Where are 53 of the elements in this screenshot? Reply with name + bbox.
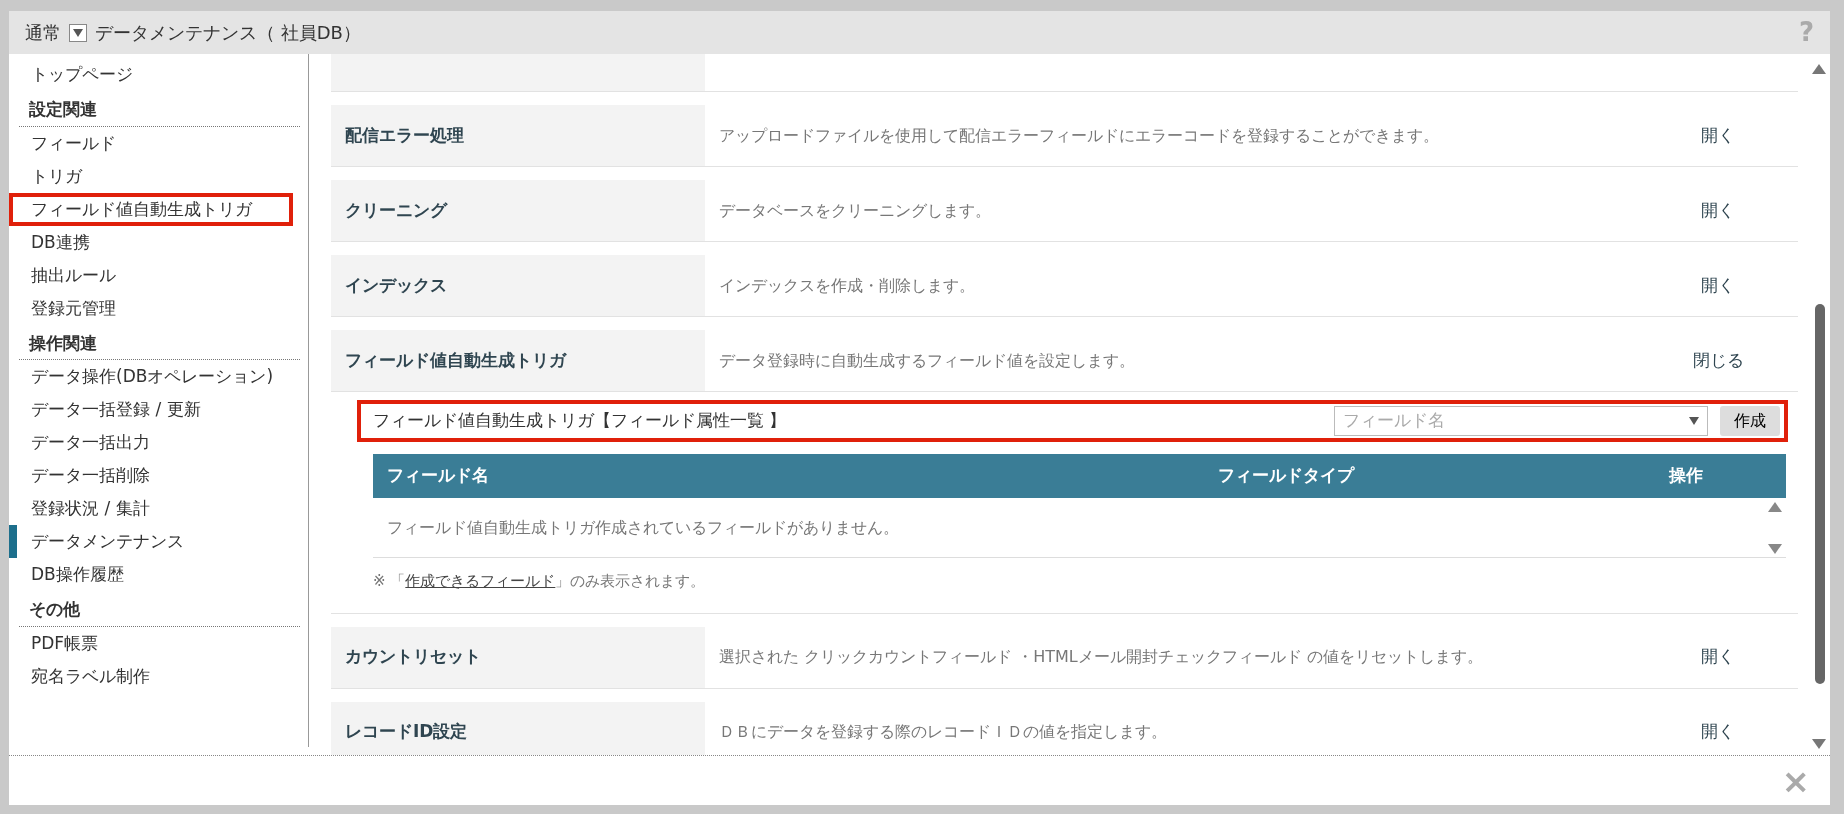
section-description: 選択された クリックカウントフィールド ・HTMLメール開封チェックフィールド の値をリセットします。: [718, 646, 1484, 668]
section-title: フィールド値自動生成トリガ: [331, 330, 705, 391]
sidebar-item[interactable]: データメンテナンス: [9, 525, 198, 558]
section-title: インデックス: [331, 255, 705, 316]
toggle-link[interactable]: 閉じる: [1638, 330, 1798, 391]
dropdown-icon[interactable]: [69, 23, 87, 42]
sidebar-heading: その他: [19, 591, 300, 627]
window-title: データメンテナンス（ 社員DB）: [95, 21, 361, 45]
scroll-down-icon[interactable]: [1768, 543, 1782, 554]
toggle-link[interactable]: 開く: [1638, 626, 1798, 688]
sidebar-item[interactable]: 登録元管理: [9, 291, 130, 325]
scrollbar-thumb[interactable]: [1815, 304, 1825, 684]
sidebar-heading: 設定関連: [19, 91, 300, 127]
toggle-link[interactable]: 開く: [1638, 105, 1798, 166]
sidebar-item[interactable]: データ一括削除: [9, 459, 164, 492]
scroll-down-icon[interactable]: [1812, 739, 1826, 749]
section-description: インデックスを作成・削除します。: [718, 274, 976, 297]
sidebar-item[interactable]: データ操作(DBオペレーション): [9, 360, 288, 393]
section-description: アップロードファイルを使用して配信エラーフィールドにエラーコードを登録することができます。: [718, 124, 1440, 147]
note-text: ※ 「作成できるフィールド」のみ表示されます。: [373, 571, 707, 592]
column-header: フィールド名: [386, 464, 490, 488]
sidebar-item[interactable]: トリガ: [9, 159, 96, 193]
sidebar-heading: 操作関連: [19, 324, 300, 360]
toggle-link[interactable]: 開く: [1638, 180, 1798, 241]
sidebar-item[interactable]: データ一括登録 / 更新: [9, 393, 215, 426]
sidebar-item[interactable]: トップページ: [9, 58, 147, 91]
sidebar-item[interactable]: データ一括出力: [9, 426, 164, 459]
section-title: クリーニング: [331, 180, 705, 241]
create-button[interactable]: 作成: [1720, 406, 1780, 436]
toggle-link[interactable]: 開く: [1638, 701, 1798, 755]
sidebar-item[interactable]: 登録状況 / 集計: [9, 492, 164, 525]
section-title: レコードID設定: [331, 701, 705, 755]
empty-message: フィールド値自動生成トリガ作成されているフィールドがありません。: [387, 516, 899, 539]
sidebar-item[interactable]: フィールド: [9, 126, 130, 160]
section-description: ＤＢにデータを登録する際のレコードＩＤの値を指定します。: [718, 721, 1168, 743]
section-title: 配信エラー処理: [331, 105, 705, 166]
sidebar-item[interactable]: DB連携: [9, 225, 104, 259]
field-link[interactable]: 作成できるフィールド: [405, 572, 556, 590]
toggle-link[interactable]: 開く: [1638, 255, 1798, 316]
panel-title: フィールド値自動生成トリガ【フィールド属性一覧 】: [373, 409, 787, 433]
column-header: 操作: [1667, 464, 1704, 488]
section-description: データベースをクリーニングします。: [718, 199, 992, 222]
scroll-up-icon[interactable]: [1768, 501, 1782, 512]
mode-label: 通常: [25, 21, 61, 45]
sidebar-item[interactable]: PDF帳票: [9, 626, 113, 660]
section-description: データ登録時に自動生成するフィールド値を設定します。: [718, 349, 1136, 372]
sidebar-item[interactable]: フィールド値自動生成トリガ: [9, 192, 293, 226]
scroll-up-icon[interactable]: [1812, 64, 1826, 74]
sidebar-item[interactable]: 抽出ルール: [9, 258, 130, 292]
sidebar-item[interactable]: 宛名ラベル制作: [9, 659, 164, 693]
section-title: カウントリセット: [331, 626, 705, 688]
column-header: フィールドタイプ: [1217, 464, 1356, 488]
sidebar-item[interactable]: DB操作履歴: [9, 558, 138, 591]
